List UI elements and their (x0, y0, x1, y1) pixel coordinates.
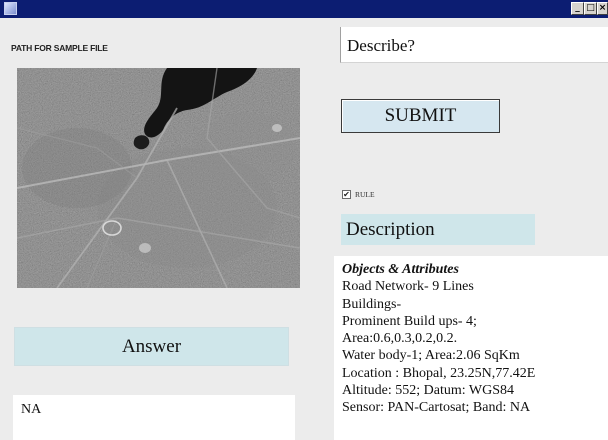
description-line: Buildings- (342, 296, 402, 312)
description-line: Water body-1; Area:2.06 SqKm (342, 348, 520, 364)
path-label: PATH FOR SAMPLE FILE (11, 43, 108, 53)
description-line: Area:0.6,0.3,0.2,0.2. (342, 331, 458, 347)
description-output[interactable]: Objects & Attributes Road Network- 9 Lin… (334, 256, 608, 440)
describe-input[interactable]: Describe? (340, 27, 608, 63)
answer-label: Answer (14, 327, 289, 366)
description-label: Description (341, 214, 535, 245)
description-line: Road Network- 9 Lines (342, 279, 474, 295)
description-line: Location : Bhopal, 23.25N,77.42E (342, 365, 536, 381)
rule-label: RULE (355, 190, 375, 199)
close-icon[interactable]: × (597, 2, 608, 15)
description-line: Prominent Build ups- 4; (342, 313, 477, 329)
rule-checkbox[interactable]: ✔ RULE (342, 190, 375, 199)
java-app-icon[interactable] (4, 2, 17, 15)
description-line: Sensor: PAN-Cartosat; Band: NA (342, 400, 531, 416)
window-titlebar[interactable]: _ □ × (0, 0, 608, 18)
maximize-icon[interactable]: □ (584, 2, 597, 15)
description-line: Altitude: 552; Datum: WGS84 (342, 383, 515, 399)
answer-output[interactable]: NA (13, 395, 295, 440)
checkbox-checked-icon[interactable]: ✔ (342, 190, 351, 199)
satellite-image (17, 68, 300, 288)
minimize-icon[interactable]: _ (571, 2, 584, 15)
submit-button[interactable]: SUBMIT (341, 99, 500, 133)
description-heading: Objects & Attributes (342, 262, 459, 277)
